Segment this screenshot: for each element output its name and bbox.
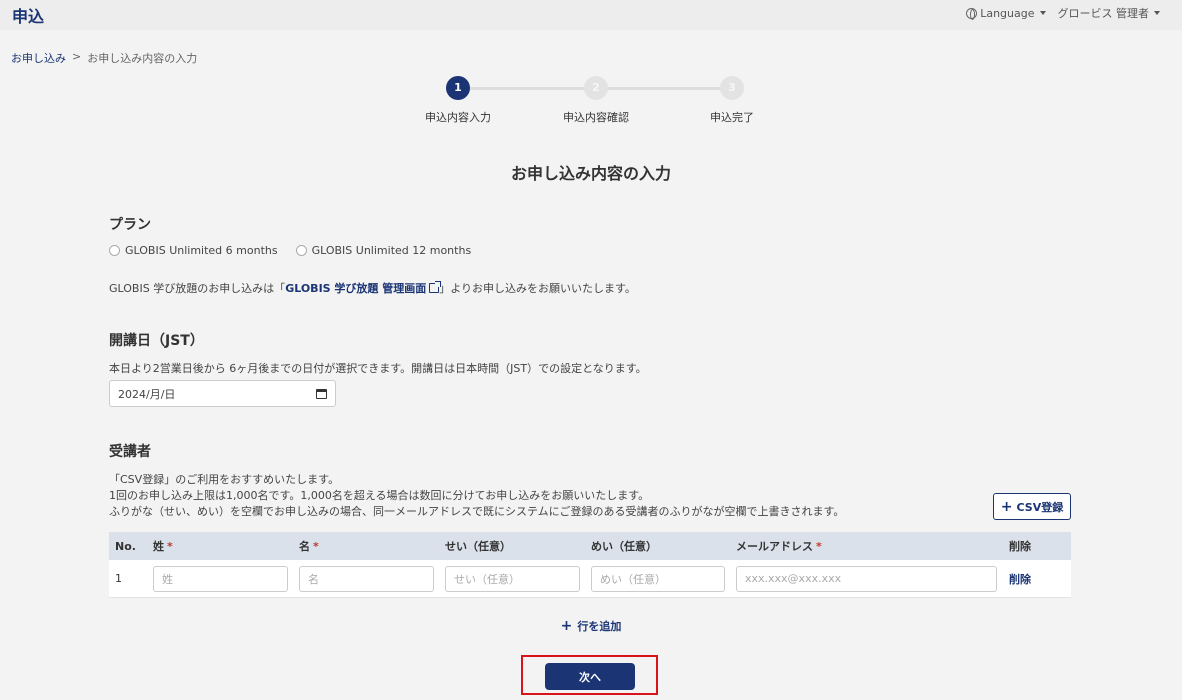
language-dropdown[interactable]: Language [966,5,1046,21]
column-header-first-name: 名 * [299,532,319,560]
column-header-last-name: 姓 * [153,532,173,560]
plan-option-label: GLOBIS Unlimited 12 months [311,244,472,257]
required-mark: * [816,539,822,553]
app-title: 申込 [12,7,45,26]
top-bar: 申込 Language グロービス 管理者 [0,0,1182,30]
recipients-description: 「CSV登録」のご利用をおすすめいたします。 1回のお申し込み上限は1,000名… [109,472,844,520]
radio-button[interactable] [295,245,307,256]
globe-icon [966,7,978,20]
required-mark: * [167,539,173,553]
start-date-description: 本日より2営業日後から 6ヶ月後までの日付が選択できます。開講日は日本時間（JS… [109,362,647,375]
next-button[interactable]: 次へ [545,663,635,690]
plan-note-suffix: 」よりお申し込みをお願いいたします。 [439,282,636,295]
add-row-button[interactable]: + 行を追加 [0,618,1182,634]
description-line: ふりがな（せい、めい）を空欄でお申し込みの場合、同一メールアドレスで既にシステム… [109,505,845,518]
column-header-label: 姓 [153,540,164,553]
step-3: 3 申込完了 [687,76,777,125]
caret-down-icon [1039,11,1046,15]
last-kana-input[interactable]: せい（任意） [445,565,580,592]
breadcrumb: お申し込み > お申し込み内容の入力 [11,50,197,66]
recipients-table: No. 姓 * 名 * せい（任意） めい（任意） メールアドレス * 削除 1 姓 … [109,532,1071,598]
first-name-cell: 名 [299,560,434,597]
last-kana-cell: せい（任意） [445,560,580,597]
column-header-label: めい（任意） [591,540,657,553]
step-1: 1 申込内容入力 [413,76,503,125]
progress-stepper: 1 申込内容入力 2 申込内容確認 3 申込完了 [420,76,760,132]
admin-page-link-text: GLOBIS 学び放題 管理画面 [285,282,427,295]
first-name-input[interactable]: 名 [299,565,434,592]
step-label: 申込内容入力 [425,111,491,124]
radio-button[interactable] [109,245,120,256]
plan-note-prefix: GLOBIS 学び放題のお申し込みは「 [109,282,286,295]
user-label: グロービス 管理者 [1057,7,1150,20]
column-header-label: No. [115,539,136,553]
email-input[interactable]: xxx.xxx@xxx.xxx [736,565,997,592]
step-label: 申込内容確認 [563,111,629,124]
step-number: 2 [584,76,608,100]
breadcrumb-current: お申し込み内容の入力 [87,52,198,65]
start-date-heading: 開講日（JST） [109,333,204,349]
start-date-value: 2024/月/日 [118,387,176,401]
column-header-label: せい（任意） [445,540,511,553]
start-date-input[interactable]: 2024/月/日 [109,380,336,407]
column-header-label: 名 [299,540,310,553]
breadcrumb-separator: > [72,50,82,63]
column-header-label: 削除 [1009,540,1031,553]
column-header-last-kana: せい（任意） [445,532,511,560]
description-line: 「CSV登録」のご利用をおすすめいたします。 [109,473,340,486]
column-header-delete: 削除 [1009,532,1031,560]
plan-note: GLOBIS 学び放題のお申し込みは「GLOBIS 学び放題 管理画面 」よりお申… [109,280,636,296]
csv-button-label: CSV登録 [1016,500,1064,514]
column-header-email: メールアドレス * [736,532,822,560]
table-row: 1 姓 名 せい（任意） めい（任意） xxx.xxx@xxx.xxx 削除 [109,560,1071,598]
column-header-label: メールアドレス [736,540,813,553]
external-link-icon [429,281,442,293]
plan-option-6-months[interactable]: GLOBIS Unlimited 6 months [109,244,278,257]
plus-icon: + [1000,498,1013,515]
step-number: 3 [720,76,744,100]
row-number: 1 [115,572,122,585]
table-header: No. 姓 * 名 * せい（任意） めい（任意） メールアドレス * 削除 [109,532,1071,560]
calendar-icon[interactable] [316,388,327,399]
step-number: 1 [446,76,470,100]
plan-options: GLOBIS Unlimited 6 months GLOBIS Unlimit… [109,244,471,257]
recipients-heading: 受講者 [109,444,151,460]
breadcrumb-home-link[interactable]: お申し込み [11,50,66,66]
csv-register-button[interactable]: + CSV登録 [993,493,1071,520]
add-row-label: 行を追加 [577,620,622,633]
caret-down-icon [1154,11,1160,15]
user-dropdown[interactable]: グロービス 管理者 [1057,5,1160,21]
required-mark: * [313,539,319,553]
step-2: 2 申込内容確認 [551,76,641,125]
admin-page-link[interactable]: GLOBIS 学び放題 管理画面 [285,281,442,295]
column-header-no: No. [115,532,136,560]
plan-option-12-months[interactable]: GLOBIS Unlimited 12 months [295,244,472,257]
plus-icon: + [560,618,573,634]
step-label: 申込完了 [710,111,754,124]
language-label: Language [980,6,1035,20]
last-name-cell: 姓 [153,560,288,597]
column-header-first-kana: めい（任意） [591,532,657,560]
last-name-input[interactable]: 姓 [153,565,288,592]
page-title: お申し込み内容の入力 [510,164,671,183]
first-kana-cell: めい（任意） [591,560,725,597]
description-line: 1回のお申し込み上限は1,000名です。1,000名を超える場合は数回に分けてお… [109,489,650,502]
delete-cell: 削除 [1009,560,1031,597]
top-right-menu: Language グロービス 管理者 [966,5,1160,21]
plan-option-label: GLOBIS Unlimited 6 months [125,244,278,257]
plan-heading: プラン [109,217,151,233]
email-cell: xxx.xxx@xxx.xxx [736,560,997,597]
delete-row-link[interactable]: 削除 [1009,571,1031,587]
first-kana-input[interactable]: めい（任意） [591,565,725,592]
